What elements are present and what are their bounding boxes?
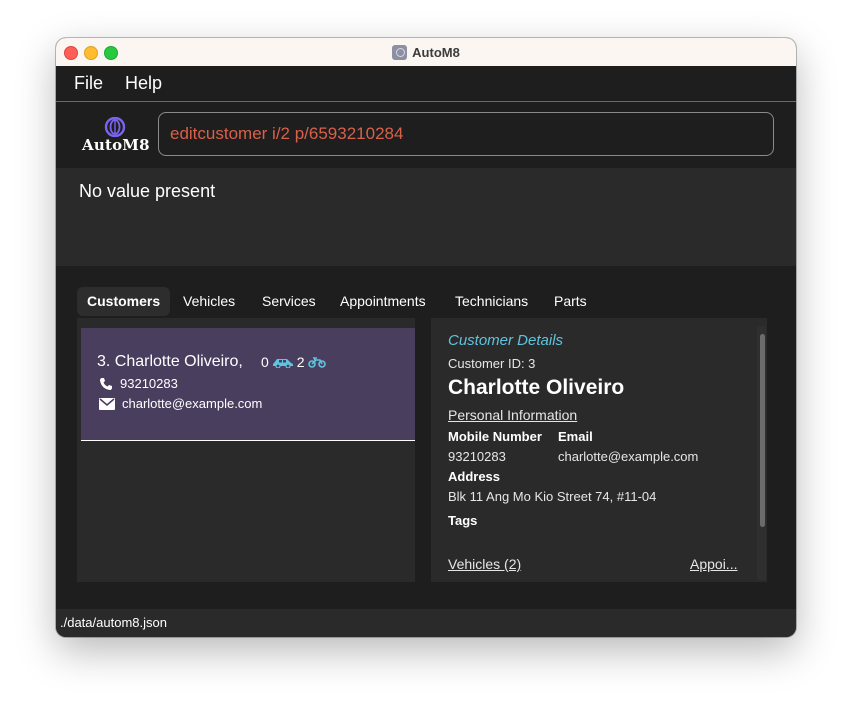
command-area: AutoM8 editcustomer i/2 p/6593210284 [56, 102, 796, 168]
window-title: AutoM8 [412, 44, 460, 60]
main-area: Customers Vehicles Services Appointments… [56, 266, 796, 609]
customer-name: 3. Charlotte Oliveiro, [97, 353, 243, 370]
tab-vehicles[interactable]: Vehicles [173, 287, 245, 316]
details-scrollbar-thumb[interactable] [760, 334, 765, 527]
email-value: charlotte@example.com [558, 449, 699, 464]
wheel-icon [104, 117, 126, 137]
app-logo: AutoM8 [80, 116, 150, 156]
status-bar: ./data/autom8.json [56, 609, 796, 637]
tab-services[interactable]: Services [252, 287, 326, 316]
appointments-link[interactable]: Appoi... [690, 556, 737, 572]
car-icon [272, 359, 293, 368]
email-label: Email [558, 429, 593, 444]
customer-phone-row: 93210283 [99, 376, 178, 391]
mobile-label: Mobile Number [448, 429, 542, 444]
motorbike-icon [307, 357, 326, 368]
customer-details-panel: Customer Details Customer ID: 3 Charlott… [431, 318, 767, 582]
address-value: Blk 11 Ang Mo Kio Street 74, #11-04 [448, 489, 657, 504]
command-input[interactable]: editcustomer i/2 p/6593210284 [158, 112, 774, 156]
customer-card[interactable]: 3. Charlotte Oliveiro, 0 2 93210283 char… [81, 328, 415, 441]
personal-info-heading: Personal Information [448, 407, 578, 423]
vehicles-link[interactable]: Vehicles (2) [448, 556, 521, 572]
customer-email-row: charlotte@example.com [99, 396, 262, 411]
mobile-value: 93210283 [448, 449, 506, 464]
tab-technicians[interactable]: Technicians [445, 287, 538, 316]
tab-parts[interactable]: Parts [544, 287, 597, 316]
logo-text: AutoM8 [82, 136, 150, 154]
menu-file[interactable]: File [74, 73, 103, 94]
menu-help[interactable]: Help [125, 73, 162, 94]
tab-appointments[interactable]: Appointments [330, 287, 436, 316]
customer-email: charlotte@example.com [122, 396, 263, 411]
address-label: Address [448, 469, 501, 484]
mail-icon [99, 397, 115, 410]
details-customer-name: Charlotte Oliveiro [448, 376, 625, 399]
app-icon [392, 44, 408, 60]
customer-list[interactable]: 3. Charlotte Oliveiro, 0 2 93210283 char… [77, 318, 415, 582]
menu-bar: File Help [56, 66, 796, 102]
tags-label: Tags [448, 513, 478, 528]
result-display: No value present [56, 168, 796, 266]
bike-count: 2 [296, 354, 305, 370]
data-file-path: ./data/autom8.json [60, 615, 167, 630]
phone-icon [100, 377, 112, 390]
app-window: AutoM8 File Help AutoM8 editcustomer i/2… [56, 38, 796, 637]
car-count: 0 [261, 354, 269, 370]
details-heading: Customer Details [448, 332, 564, 349]
vehicle-counts: 0 2 [261, 354, 326, 370]
tab-customers[interactable]: Customers [77, 287, 171, 316]
result-message: No value present [79, 181, 216, 201]
title-bar: AutoM8 [56, 38, 796, 67]
customer-phone: 93210283 [120, 376, 178, 391]
customer-id: Customer ID: 3 [448, 356, 536, 371]
